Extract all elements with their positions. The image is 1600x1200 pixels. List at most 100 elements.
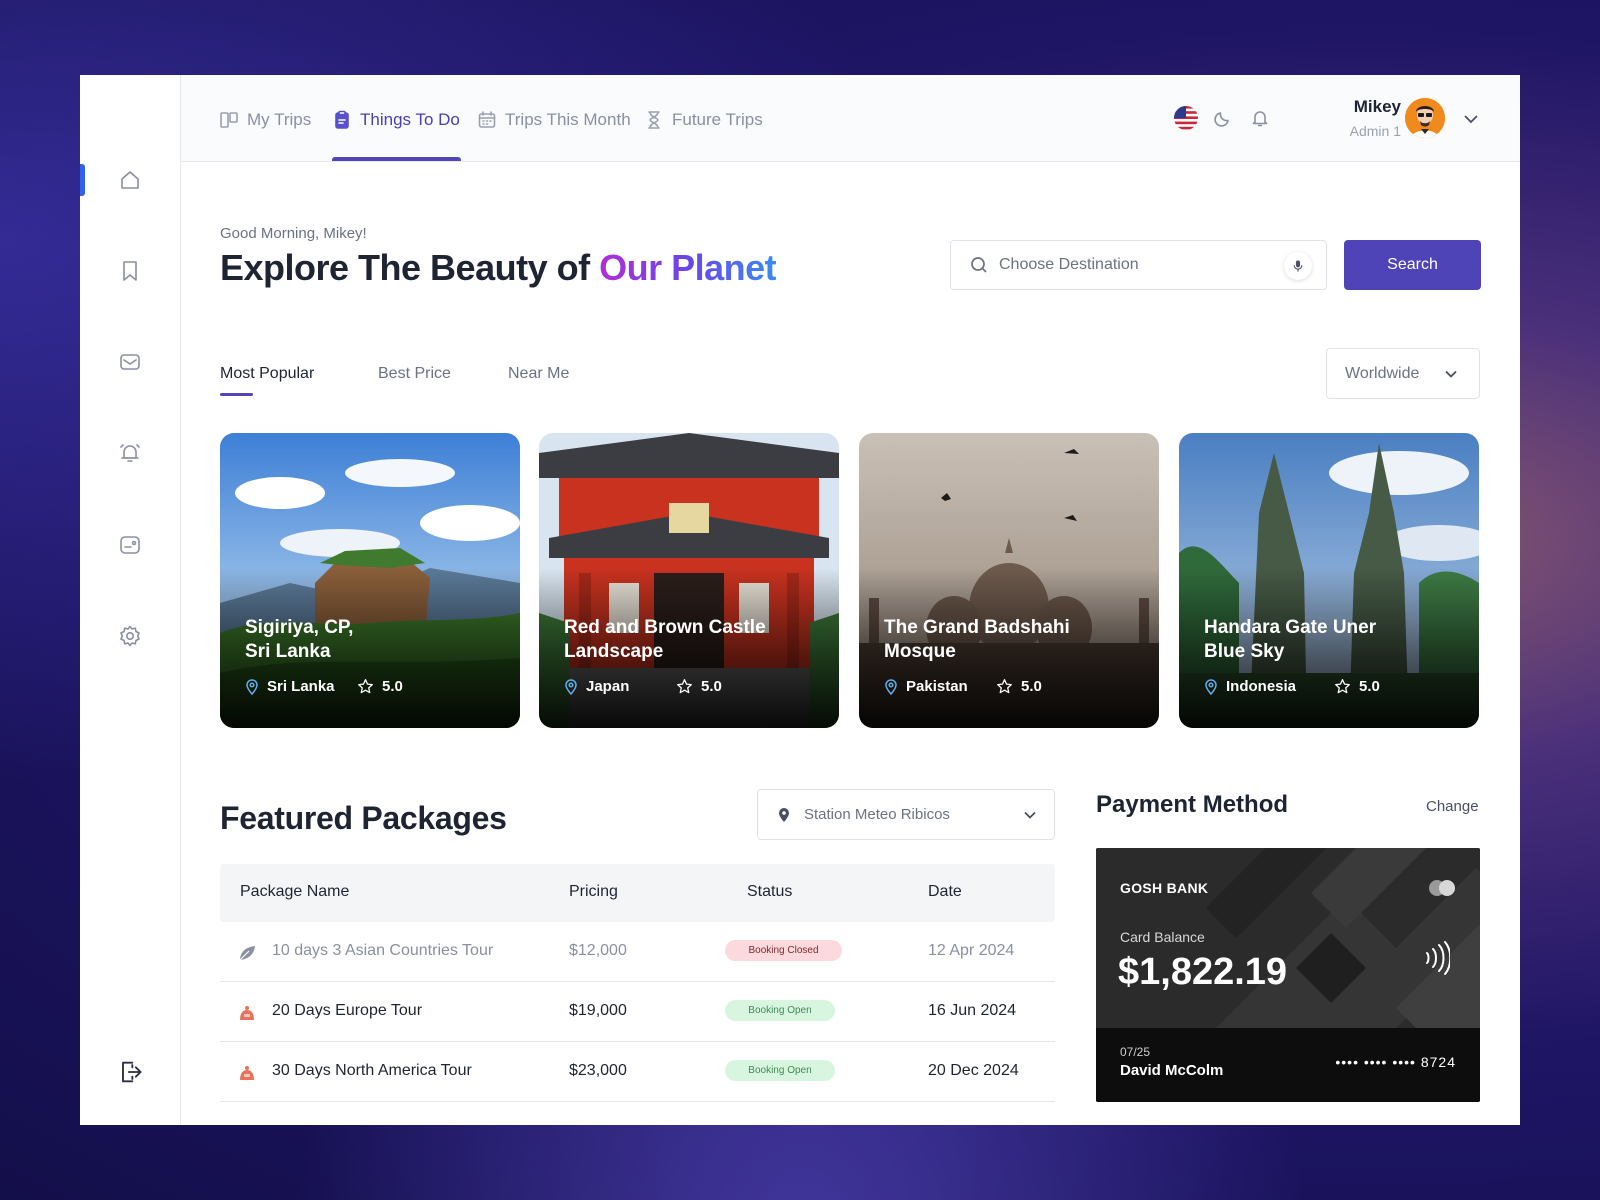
card-meta: Japan 5.0	[563, 678, 722, 695]
ticket-icon[interactable]	[117, 532, 143, 558]
card-title: Red and Brown Castle Landscape	[564, 616, 824, 664]
featured-title: Featured Packages	[220, 800, 507, 836]
user-role: Admin 1	[1349, 123, 1401, 139]
card-title: Sigiriya, CP, Sri Lanka	[245, 616, 505, 664]
columns-icon	[220, 112, 238, 128]
card-title-line: Blue Sky	[1204, 641, 1285, 662]
card-title-line: Handara Gate Uner	[1204, 617, 1377, 638]
station-value: Station Meteo Ribicos	[804, 806, 950, 823]
card-meta: Sri Lanka 5.0	[244, 678, 403, 695]
table-row[interactable]: 20 Days Europe Tour $19,000 Booking Open…	[220, 982, 1055, 1042]
bookmark-icon[interactable]	[117, 258, 143, 284]
chevron-down-icon	[1445, 370, 1457, 378]
tab-label: Trips This Month	[505, 110, 631, 129]
tab-things-to-do[interactable]: Things To Do	[332, 105, 460, 135]
column-header: Package Name	[240, 883, 350, 900]
destination-card-japan[interactable]: Red and Brown Castle Landscape Japan 5.0	[539, 433, 839, 728]
search-icon	[971, 257, 987, 273]
payment-title: Payment Method	[1096, 791, 1289, 818]
sidebar-active-indicator	[80, 164, 85, 196]
us-flag-icon[interactable]	[1174, 106, 1198, 130]
backpack-icon	[240, 1006, 254, 1020]
card-expiry: 07/25	[1120, 1045, 1151, 1059]
card-title-line: Landscape	[564, 641, 664, 662]
card-rating: 5.0	[382, 678, 403, 695]
card-title-line: Sigiriya, CP,	[245, 617, 354, 638]
bank-name: GOSH BANK	[1120, 880, 1209, 896]
package-price: $19,000	[569, 1002, 627, 1019]
region-dropdown[interactable]: Worldwide	[1326, 348, 1480, 399]
table-row[interactable]: 10 days 3 Asian Countries Tour $12,000 B…	[220, 922, 1055, 982]
card-title: Handara Gate Uner Blue Sky	[1204, 616, 1464, 664]
top-bar: My Trips Things To Do Trips This Month F…	[181, 75, 1520, 162]
card-network-icon	[1429, 880, 1455, 896]
destination-card-sigiriya[interactable]: Sigiriya, CP, Sri Lanka Sri Lanka 5.0	[220, 433, 520, 728]
destination-card-indonesia[interactable]: Handara Gate Uner Blue Sky Indonesia 5.0	[1179, 433, 1479, 728]
package-name: 20 Days Europe Tour	[272, 1002, 423, 1019]
filter-most-popular[interactable]: Most Popular	[220, 365, 314, 383]
chevron-down-icon	[1024, 811, 1036, 819]
app-window: My Trips Things To Do Trips This Month F…	[80, 75, 1520, 1125]
contactless-icon	[1426, 941, 1450, 975]
alarm-icon[interactable]	[117, 440, 143, 466]
location-pin-icon	[565, 678, 577, 695]
status-badge: Booking Closed	[725, 940, 842, 961]
search-input[interactable]	[999, 256, 1269, 274]
card-number: •••• •••• •••• 8724	[1335, 1054, 1456, 1070]
star-icon	[1335, 679, 1350, 694]
status-badge: Booking Open	[725, 1060, 835, 1081]
change-payment-link[interactable]: Change	[1426, 798, 1479, 815]
microphone-icon[interactable]	[1284, 252, 1312, 280]
mail-icon[interactable]	[117, 349, 143, 375]
avatar[interactable]	[1405, 98, 1445, 138]
status-badge: Booking Open	[725, 1000, 835, 1021]
hourglass-icon	[648, 111, 660, 129]
card-rating: 5.0	[701, 678, 722, 695]
card-rating: 5.0	[1359, 678, 1380, 695]
package-date: 12 Apr 2024	[928, 942, 1015, 959]
card-title-line: The Grand Badshahi	[884, 617, 1070, 638]
star-icon	[677, 679, 692, 694]
card-holder: David McColm	[1120, 1062, 1224, 1079]
user-name: Mikey	[1353, 97, 1401, 116]
card-title-line: Red and Brown Castle	[564, 617, 766, 638]
package-name: 10 days 3 Asian Countries Tour	[272, 942, 494, 959]
moon-icon[interactable]	[1211, 106, 1235, 130]
search-button[interactable]: Search	[1344, 240, 1481, 290]
home-icon[interactable]	[117, 167, 143, 193]
filter-best-price[interactable]: Best Price	[378, 365, 451, 383]
card-balance: $1,822.19	[1118, 951, 1288, 993]
card-meta: Indonesia 5.0	[1203, 678, 1380, 695]
card-location: Pakistan	[906, 678, 968, 695]
bell-icon[interactable]	[1248, 106, 1272, 130]
card-meta: Pakistan 5.0	[883, 678, 1042, 695]
logout-icon[interactable]	[115, 1057, 145, 1087]
table-header: Package Name Pricing Status Date	[220, 864, 1055, 922]
tab-my-trips[interactable]: My Trips	[219, 105, 311, 135]
station-dropdown[interactable]: Station Meteo Ribicos	[757, 789, 1055, 840]
title-accent: Our Planet	[599, 247, 777, 288]
clipboard-icon	[335, 110, 349, 129]
chevron-down-icon[interactable]	[1461, 109, 1481, 129]
package-date: 16 Jun 2024	[928, 1002, 1017, 1019]
tab-future-trips[interactable]: Future Trips	[644, 105, 763, 135]
star-icon	[997, 679, 1012, 694]
greeting: Good Morning, Mikey!	[220, 225, 367, 242]
calendar-icon	[478, 111, 496, 128]
settings-icon[interactable]	[117, 623, 143, 649]
page-title: Explore The Beauty of Our Planet	[220, 247, 777, 289]
column-header: Date	[928, 883, 962, 900]
filter-near-me[interactable]: Near Me	[508, 365, 569, 383]
card-title-line: Mosque	[884, 641, 956, 662]
location-pin-icon	[246, 678, 258, 695]
card-rating: 5.0	[1021, 678, 1042, 695]
tab-trips-this-month[interactable]: Trips This Month	[477, 105, 631, 135]
tab-label: My Trips	[247, 110, 312, 129]
tab-label: Future Trips	[672, 110, 763, 129]
package-price: $12,000	[569, 942, 627, 959]
destination-card-pakistan[interactable]: The Grand Badshahi Mosque Pakistan 5.0	[859, 433, 1159, 728]
table-row[interactable]: 30 Days North America Tour $23,000 Booki…	[220, 1042, 1055, 1102]
sidebar	[80, 75, 181, 1125]
bank-card[interactable]: GOSH BANK Card Balance $1,822.19 07/25 D…	[1096, 848, 1480, 1102]
card-title: The Grand Badshahi Mosque	[884, 616, 1144, 664]
